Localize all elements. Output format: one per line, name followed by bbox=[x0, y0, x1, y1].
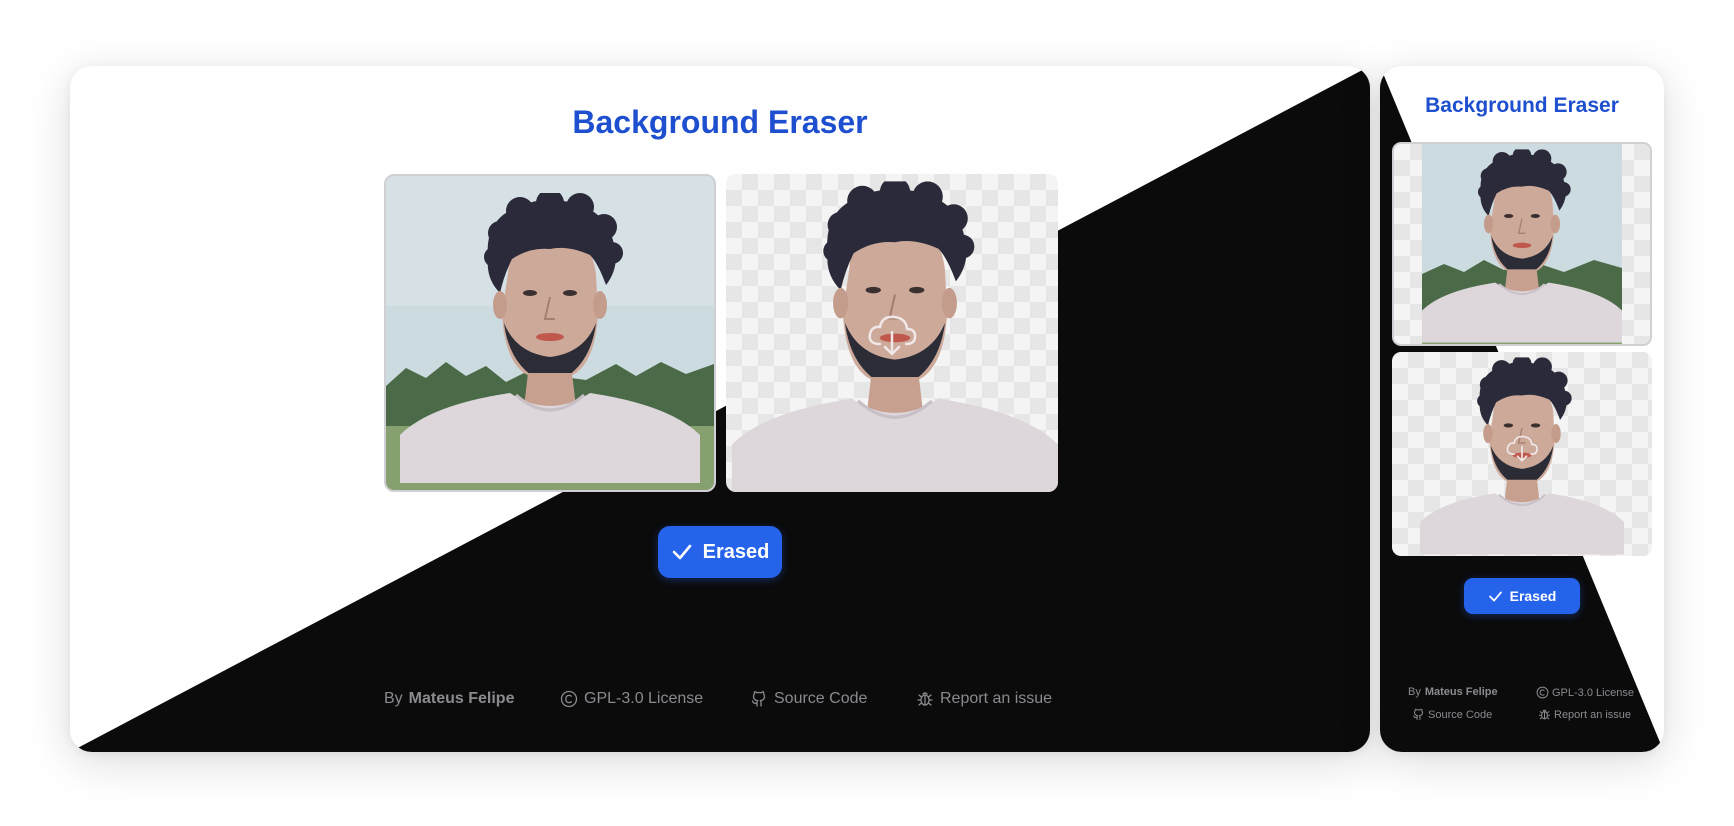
footer: By Mateus Felipe GPL-3.0 License Source … bbox=[70, 66, 1370, 752]
source-label-mobile: Source Code bbox=[1428, 708, 1493, 721]
issue-label: Report an issue bbox=[940, 690, 1053, 707]
copyright-icon bbox=[1536, 686, 1549, 699]
license-link[interactable]: GPL-3.0 License bbox=[560, 690, 703, 708]
footer-mobile: By Mateus Felipe GPL-3.0 License Source … bbox=[1380, 66, 1664, 752]
copyright-icon bbox=[560, 690, 578, 708]
author-link[interactable]: Mateus Felipe bbox=[409, 690, 515, 708]
report-issue-link-mobile[interactable]: Report an issue bbox=[1538, 708, 1631, 721]
issue-label-mobile: Report an issue bbox=[1554, 708, 1632, 721]
source-code-link-mobile[interactable]: Source Code bbox=[1412, 708, 1492, 721]
source-label: Source Code bbox=[774, 690, 868, 707]
github-icon bbox=[1413, 708, 1423, 721]
author-link-mobile[interactable]: Mateus Felipe bbox=[1425, 686, 1498, 698]
license-label-mobile: GPL-3.0 License bbox=[1552, 686, 1634, 699]
bug-icon bbox=[1538, 709, 1551, 720]
mobile-preview-card: Background Eraser Erased By Mateus Felip… bbox=[1380, 66, 1664, 752]
author-credit: By Mateus Felipe bbox=[384, 690, 514, 708]
report-issue-link[interactable]: Report an issue bbox=[916, 690, 1052, 708]
license-link-mobile[interactable]: GPL-3.0 License bbox=[1536, 686, 1634, 699]
source-code-link[interactable]: Source Code bbox=[750, 690, 867, 708]
license-label: GPL-3.0 License bbox=[584, 690, 704, 707]
github-icon bbox=[751, 691, 766, 707]
bug-icon bbox=[917, 692, 933, 706]
by-prefix: By bbox=[384, 690, 403, 707]
desktop-preview-card: Background Eraser Erased By Mateus Felip… bbox=[70, 66, 1370, 752]
by-prefix-mobile: By bbox=[1408, 686, 1421, 698]
author-credit-mobile: By Mateus Felipe bbox=[1408, 686, 1498, 698]
